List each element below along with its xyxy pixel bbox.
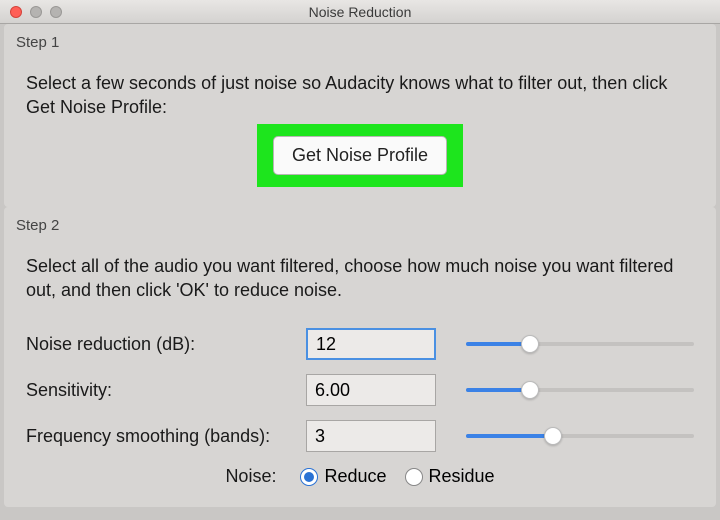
noise-reduction-input[interactable] <box>306 328 436 360</box>
radio-reduce[interactable]: Reduce <box>300 466 386 487</box>
sensitivity-row: Sensitivity: <box>26 374 694 406</box>
sensitivity-label: Sensitivity: <box>26 380 306 401</box>
zoom-icon <box>50 6 62 18</box>
step2-instruction: Select all of the audio you want filtere… <box>26 254 694 303</box>
noise-reduction-label: Noise reduction (dB): <box>26 334 306 355</box>
window-controls <box>0 6 62 18</box>
step1-panel: Select a few seconds of just noise so Au… <box>4 57 716 207</box>
radio-icon <box>300 468 318 486</box>
radio-residue-label: Residue <box>429 466 495 487</box>
sensitivity-slider[interactable] <box>466 380 694 400</box>
freq-smoothing-row: Frequency smoothing (bands): <box>26 420 694 452</box>
sensitivity-input[interactable] <box>306 374 436 406</box>
radio-residue[interactable]: Residue <box>405 466 495 487</box>
step1-instruction: Select a few seconds of just noise so Au… <box>26 71 694 120</box>
highlight: Get Noise Profile <box>257 124 463 187</box>
step2-panel: Select all of the audio you want filtere… <box>4 240 716 508</box>
step1-label: Step 1 <box>4 24 716 57</box>
noise-reduction-slider[interactable] <box>466 334 694 354</box>
titlebar: Noise Reduction <box>0 0 720 24</box>
noise-reduction-row: Noise reduction (dB): <box>26 328 694 360</box>
highlight-box: Get Noise Profile <box>26 124 694 187</box>
noise-radio-label: Noise: <box>225 466 276 487</box>
radio-reduce-label: Reduce <box>324 466 386 487</box>
get-noise-profile-button[interactable]: Get Noise Profile <box>273 136 447 175</box>
window-title: Noise Reduction <box>309 4 412 20</box>
close-icon[interactable] <box>10 6 22 18</box>
radio-icon <box>405 468 423 486</box>
step2-label: Step 2 <box>4 207 716 240</box>
noise-radio-group: Noise: Reduce Residue <box>26 466 694 487</box>
freq-smoothing-input[interactable] <box>306 420 436 452</box>
freq-smoothing-label: Frequency smoothing (bands): <box>26 426 306 447</box>
freq-smoothing-slider[interactable] <box>466 426 694 446</box>
minimize-icon <box>30 6 42 18</box>
